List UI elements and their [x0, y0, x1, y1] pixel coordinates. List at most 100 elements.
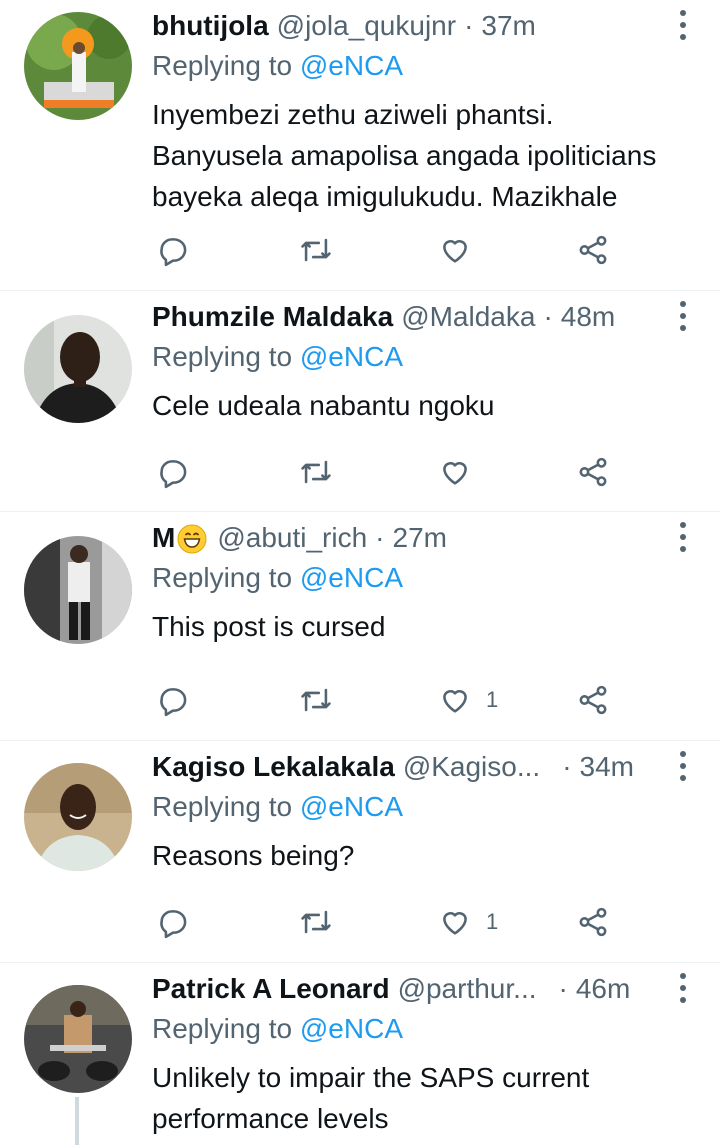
retweet-button[interactable]: [298, 230, 334, 270]
replying-to-mention[interactable]: @eNCA: [300, 1013, 403, 1044]
tweet-text: This post is cursed: [152, 606, 692, 647]
display-name[interactable]: M: [152, 522, 211, 555]
tweet[interactable]: Kagiso Lekalakala @Kagiso... · 34m Reply…: [0, 741, 720, 963]
separator-dot: ·: [558, 973, 568, 1004]
heart-icon: [443, 690, 467, 713]
heart-icon: [443, 240, 467, 263]
replying-to: Replying to @eNCA: [152, 50, 403, 82]
share-button[interactable]: [576, 452, 610, 492]
grinning-face-emoji: [177, 524, 207, 554]
reply-icon: [160, 238, 187, 267]
tweet-text-line: Reasons being?: [152, 840, 355, 871]
reply-icon: [160, 460, 187, 489]
share-icon: [579, 235, 607, 265]
reply-button[interactable]: [156, 902, 190, 942]
display-name[interactable]: bhutijola: [152, 10, 269, 42]
share-icon: [579, 685, 607, 715]
tweet-text-line: Unlikely to impair the SAPS current: [152, 1062, 590, 1093]
replying-to-mention[interactable]: @eNCA: [300, 50, 403, 81]
avatar[interactable]: [24, 12, 132, 120]
more-vertical-icon[interactable]: [676, 522, 690, 552]
avatar[interactable]: [24, 763, 132, 871]
tweet-text: Cele udeala nabantu ngoku: [152, 385, 692, 426]
replying-to-label: Replying to: [152, 1013, 293, 1044]
retweet-button[interactable]: [298, 680, 334, 720]
like-button[interactable]: 1: [438, 902, 498, 942]
display-name-text: M: [152, 521, 176, 553]
replying-to-label: Replying to: [152, 562, 293, 593]
retweet-icon: [301, 688, 331, 712]
replying-to-mention[interactable]: @eNCA: [300, 562, 403, 593]
tweet-text-line: performance levels: [152, 1103, 389, 1134]
share-icon: [579, 457, 607, 487]
tweet-text-line: This post is cursed: [152, 611, 386, 642]
more-vertical-icon[interactable]: [676, 973, 690, 1003]
replying-to: Replying to @eNCA: [152, 341, 403, 373]
share-button[interactable]: [576, 230, 610, 270]
more-vertical-icon[interactable]: [676, 10, 690, 40]
tweet-header: Patrick A Leonard @parthur... · 46m: [152, 971, 630, 1007]
user-handle[interactable]: @parthur...: [398, 973, 537, 1005]
replying-to: Replying to @eNCA: [152, 791, 403, 823]
retweet-button[interactable]: [298, 452, 334, 492]
avatar[interactable]: [24, 985, 132, 1093]
tweet-text: Reasons being?: [152, 835, 692, 876]
separator-dot: ·: [464, 10, 474, 41]
avatar[interactable]: [24, 536, 132, 644]
separator-dot: ·: [375, 522, 385, 553]
like-count: 1: [486, 687, 499, 712]
retweet-icon: [301, 238, 331, 262]
heart-icon: [443, 912, 467, 935]
like-button[interactable]: 1: [438, 680, 498, 720]
display-name[interactable]: Kagiso Lekalakala: [152, 751, 395, 783]
replying-to-mention[interactable]: @eNCA: [300, 791, 403, 822]
action-bar: 1: [152, 680, 672, 720]
retweet-button[interactable]: [298, 902, 334, 942]
retweet-icon: [301, 910, 331, 934]
like-button[interactable]: [438, 230, 486, 270]
tweet-text-line: Inyembezi zethu aziweli phantsi.: [152, 99, 554, 130]
timestamp[interactable]: 48m: [561, 301, 615, 333]
separator-dot: ·: [562, 751, 572, 782]
reply-button[interactable]: [156, 680, 190, 720]
tweet-text-line: Banyusela amapolisa angada ipoliticians: [152, 140, 657, 171]
reply-icon: [160, 910, 187, 939]
more-vertical-icon[interactable]: [676, 301, 690, 331]
tweet-header: M @abuti_rich · 27m: [152, 520, 447, 556]
like-button[interactable]: [438, 452, 486, 492]
tweet[interactable]: Phumzile Maldaka @Maldaka · 48m Replying…: [0, 291, 720, 512]
share-button[interactable]: [576, 680, 610, 720]
display-name[interactable]: Patrick A Leonard: [152, 973, 390, 1005]
user-handle[interactable]: @jola_qukujnr: [277, 10, 456, 42]
tweet-text-line: bayeka aleqa imigulukudu. Mazikhale: [152, 181, 618, 212]
replying-to-label: Replying to: [152, 50, 293, 81]
user-handle[interactable]: @Kagiso...: [403, 751, 540, 783]
replying-to-label: Replying to: [152, 791, 293, 822]
user-handle[interactable]: @Maldaka: [401, 301, 535, 333]
tweet-header: Phumzile Maldaka @Maldaka · 48m: [152, 299, 615, 335]
timestamp[interactable]: 46m: [576, 973, 630, 1005]
heart-icon: [443, 462, 467, 485]
replying-to: Replying to @eNCA: [152, 1013, 403, 1045]
tweet[interactable]: bhutijola @jola_qukujnr · 37m Replying t…: [0, 0, 720, 291]
tweet[interactable]: Patrick A Leonard @parthur... · 46m Repl…: [0, 963, 720, 1145]
share-button[interactable]: [576, 902, 610, 942]
timestamp[interactable]: 27m: [393, 522, 447, 554]
reply-button[interactable]: [156, 452, 190, 492]
tweet-header: Kagiso Lekalakala @Kagiso... · 34m: [152, 749, 634, 785]
retweet-icon: [301, 460, 331, 484]
tweet-text: Inyembezi zethu aziweli phantsi. Banyuse…: [152, 94, 692, 217]
reply-icon: [160, 688, 187, 717]
replying-to-mention[interactable]: @eNCA: [300, 341, 403, 372]
timestamp[interactable]: 34m: [580, 751, 634, 783]
like-count: 1: [486, 909, 499, 934]
display-name[interactable]: Phumzile Maldaka: [152, 301, 393, 333]
avatar[interactable]: [24, 315, 132, 423]
action-bar: [152, 452, 672, 492]
reply-button[interactable]: [156, 230, 190, 270]
share-icon: [579, 907, 607, 937]
more-vertical-icon[interactable]: [676, 751, 690, 781]
user-handle[interactable]: @abuti_rich: [217, 522, 367, 554]
tweet[interactable]: M @abuti_rich · 27m Replying to @eNCA Th…: [0, 512, 720, 741]
timestamp[interactable]: 37m: [481, 10, 535, 42]
